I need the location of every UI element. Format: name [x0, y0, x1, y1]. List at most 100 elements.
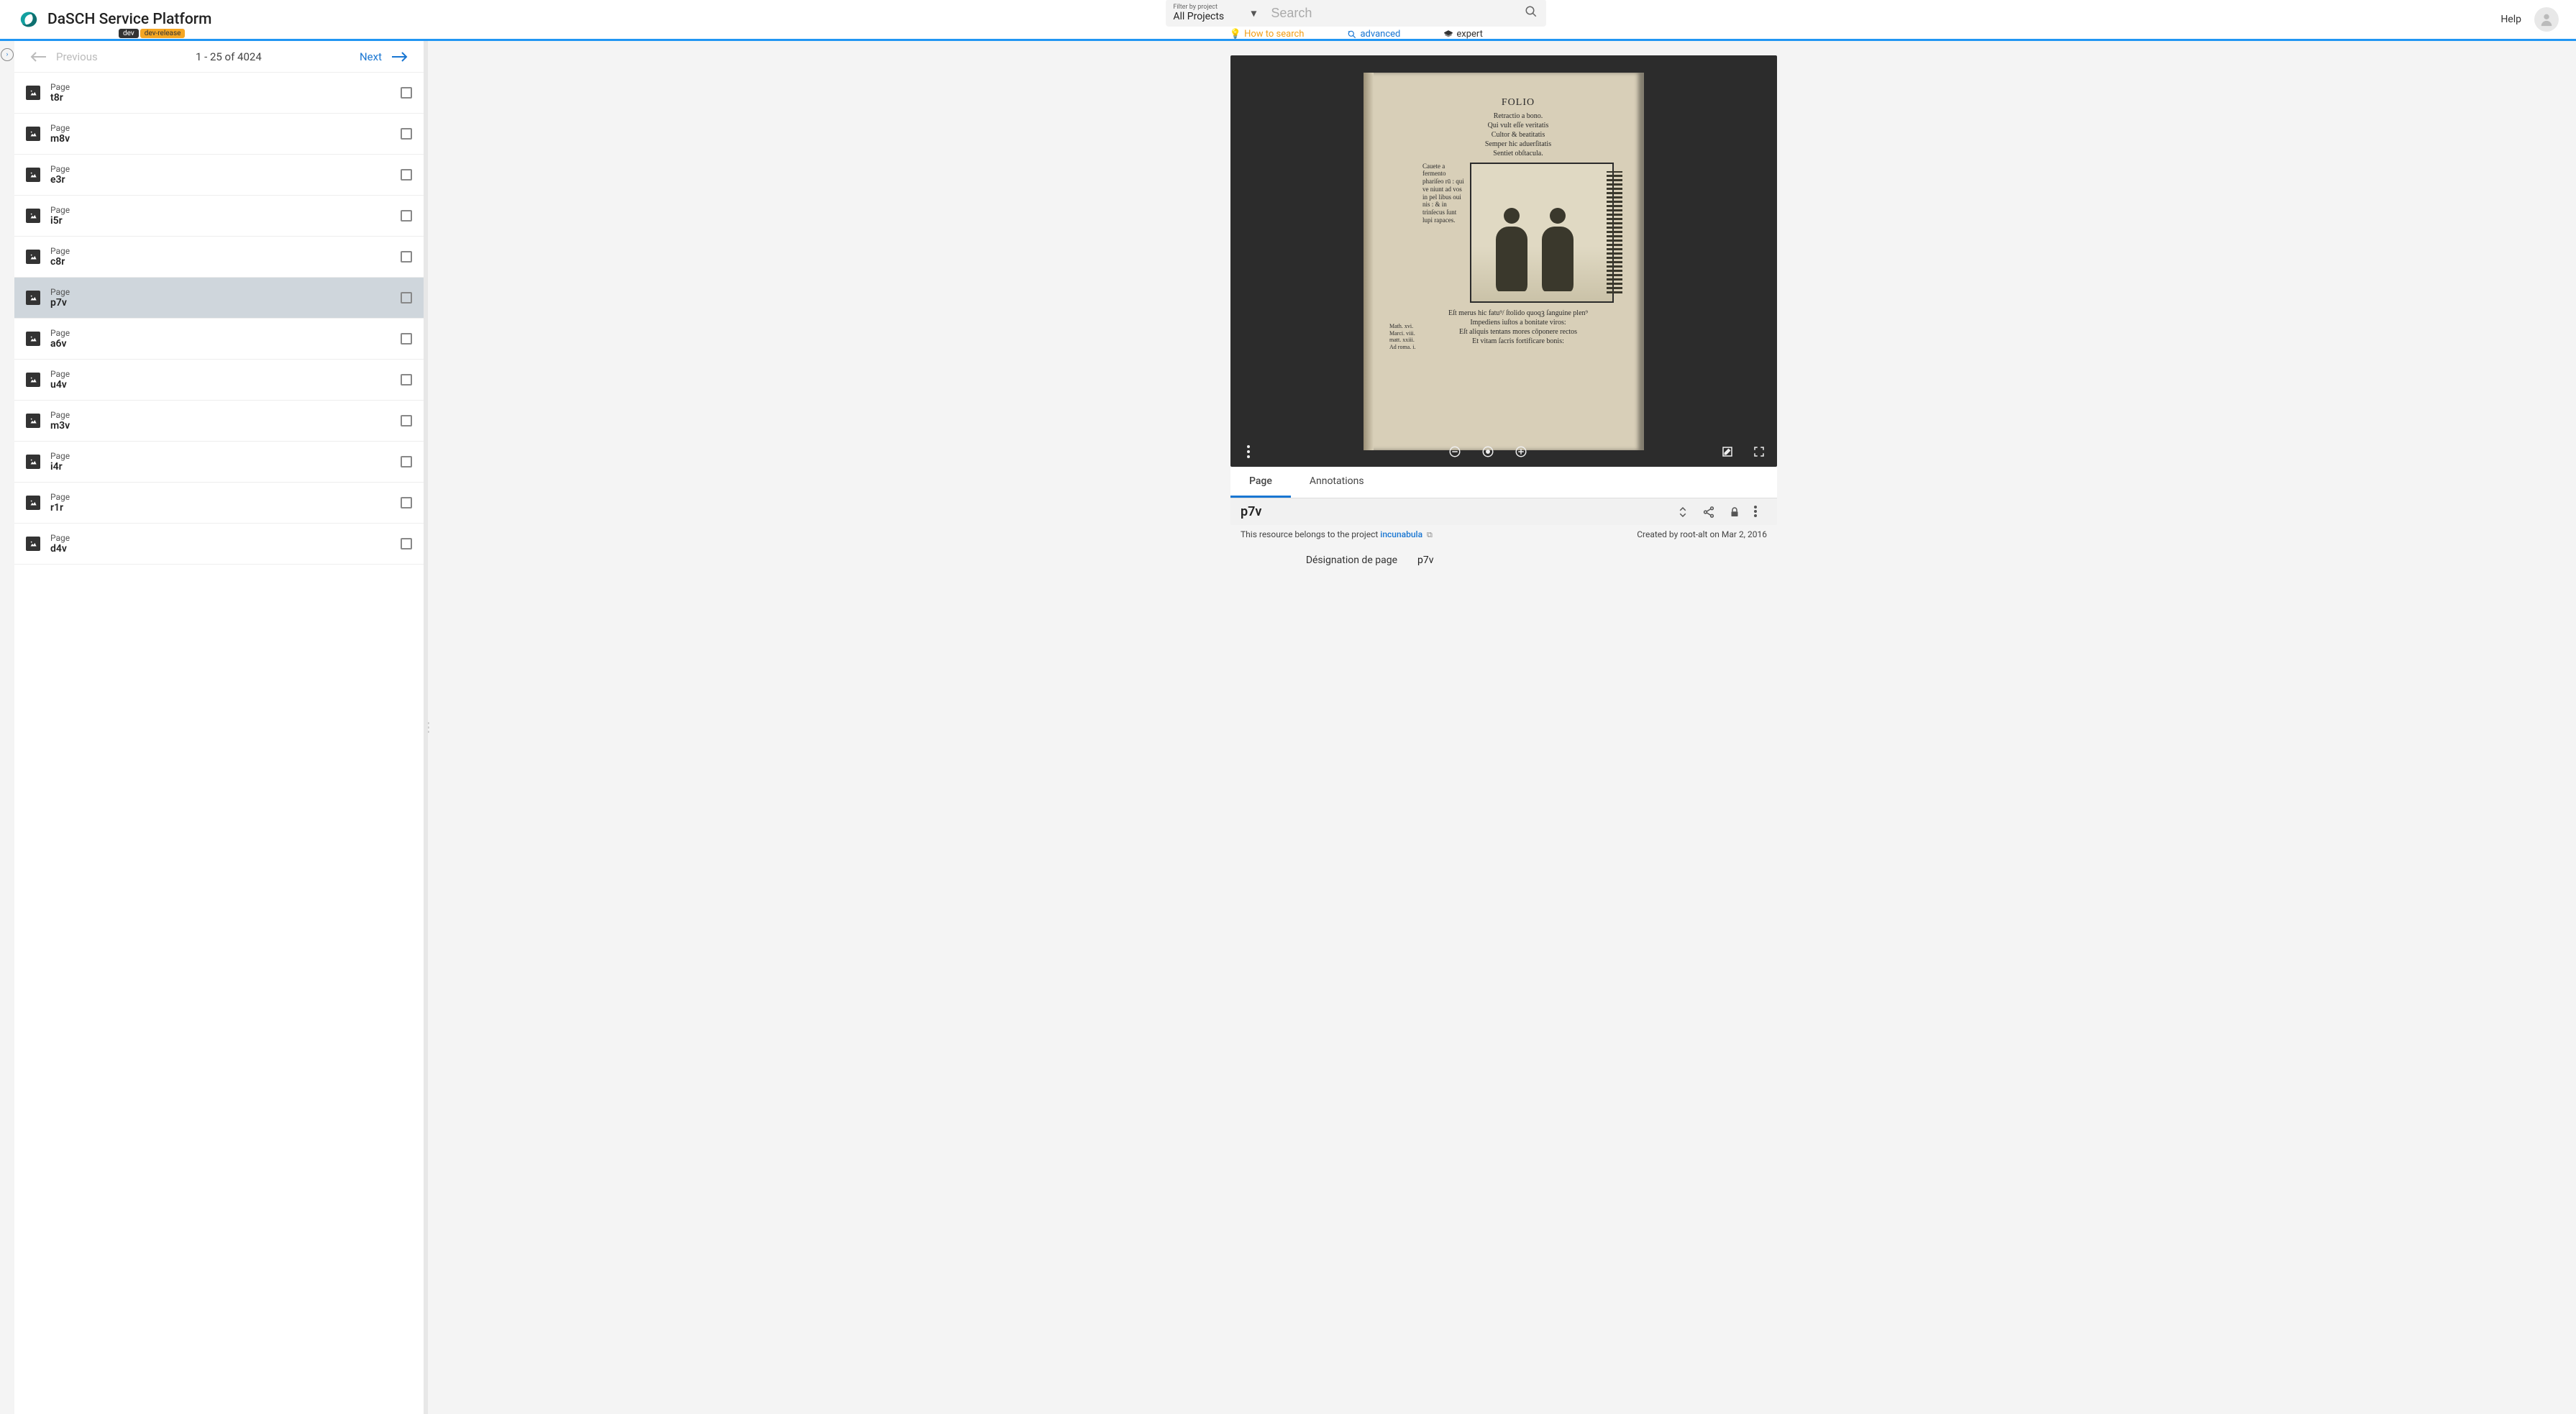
- result-checkbox[interactable]: [401, 128, 412, 140]
- external-link-icon: ⧉: [1427, 530, 1433, 539]
- project-filter-value: All Projects: [1173, 11, 1255, 22]
- project-filter-dropdown[interactable]: Filter by project All Projects ▾: [1166, 0, 1262, 27]
- result-name: c8r: [50, 256, 390, 268]
- zoom-in-button[interactable]: [1513, 444, 1529, 460]
- result-item[interactable]: Pagei4r: [14, 442, 424, 483]
- app-header: DaSCH Service Platform dev dev-release F…: [0, 0, 2576, 41]
- result-type: Page: [50, 164, 390, 174]
- result-name: e3r: [50, 174, 390, 186]
- image-thumb-icon: [26, 373, 40, 387]
- result-item[interactable]: Pagei5r: [14, 196, 424, 237]
- result-type: Page: [50, 328, 390, 338]
- image-viewer[interactable]: FOLIO Retractio a bono. Qui vult eſſe ve…: [1230, 55, 1777, 467]
- search-input[interactable]: [1271, 6, 1525, 21]
- manuscript-page: FOLIO Retractio a bono. Qui vult eſſe ve…: [1364, 73, 1644, 450]
- result-item[interactable]: Pagee3r: [14, 155, 424, 196]
- fullscreen-button[interactable]: [1751, 444, 1767, 460]
- results-panel: Previous 1 - 25 of 4024 Next Paget8rPage…: [14, 41, 424, 1414]
- pager-range: 1 - 25 of 4024: [196, 50, 262, 63]
- arrow-left-icon: [30, 51, 47, 63]
- main-split: › Previous 1 - 25 of 4024 Next Paget8rPa…: [0, 41, 2576, 1414]
- more-vert-icon: [1247, 445, 1250, 458]
- share-icon: [1702, 506, 1715, 519]
- image-thumb-icon: [26, 455, 40, 469]
- brand[interactable]: DaSCH Service Platform: [17, 9, 211, 29]
- expert-search-link[interactable]: expert: [1443, 29, 1483, 40]
- result-checkbox[interactable]: [401, 251, 412, 263]
- result-item[interactable]: Pagec8r: [14, 237, 424, 278]
- user-avatar[interactable]: [2534, 7, 2559, 32]
- result-item[interactable]: Paget8r: [14, 73, 424, 114]
- unfold-icon: [1676, 506, 1689, 519]
- result-item[interactable]: Pagea6v: [14, 319, 424, 360]
- result-checkbox[interactable]: [401, 169, 412, 181]
- viewer-panel: FOLIO Retractio a bono. Qui vult eſſe ve…: [431, 41, 2576, 1414]
- result-checkbox[interactable]: [401, 374, 412, 386]
- result-type: Page: [50, 123, 390, 133]
- result-checkbox[interactable]: [401, 538, 412, 549]
- result-checkbox[interactable]: [401, 456, 412, 467]
- brand-logo-icon: [17, 9, 40, 29]
- result-name: i4r: [50, 461, 390, 473]
- results-pager: Previous 1 - 25 of 4024 Next: [14, 41, 424, 73]
- share-button[interactable]: [1702, 506, 1715, 519]
- result-item[interactable]: Pagep7v: [14, 278, 424, 319]
- brand-title: DaSCH Service Platform: [47, 11, 211, 28]
- result-checkbox[interactable]: [401, 87, 412, 99]
- more-actions-button[interactable]: [1754, 506, 1767, 519]
- image-thumb-icon: [26, 86, 40, 100]
- search-icon[interactable]: [1525, 5, 1538, 21]
- created-by: Created by root-alt on Mar 2, 2016: [1637, 529, 1767, 540]
- advanced-search-link[interactable]: advanced: [1347, 29, 1400, 40]
- expert-icon: [1443, 29, 1453, 40]
- advanced-icon: [1347, 29, 1357, 40]
- sidebar-toggle-col: ›: [0, 41, 14, 1414]
- permissions-button[interactable]: [1728, 506, 1741, 519]
- project-filter-label: Filter by project: [1173, 4, 1255, 11]
- result-checkbox[interactable]: [401, 292, 412, 304]
- result-item[interactable]: Paged4v: [14, 524, 424, 565]
- zoom-reset-button[interactable]: [1480, 444, 1496, 460]
- how-to-search-link[interactable]: 💡 How to search: [1230, 29, 1305, 40]
- draw-icon: [1721, 445, 1734, 458]
- help-link[interactable]: Help: [2500, 14, 2521, 25]
- badge-dev: dev: [119, 29, 139, 38]
- result-checkbox[interactable]: [401, 497, 412, 508]
- sidebar-collapse-button[interactable]: ›: [1, 48, 14, 61]
- zoom-out-button[interactable]: [1447, 444, 1463, 460]
- pager-previous[interactable]: Previous: [30, 50, 98, 63]
- more-vert-icon: [1754, 506, 1767, 517]
- image-thumb-icon: [26, 250, 40, 264]
- search-box: [1262, 0, 1546, 27]
- result-type: Page: [50, 82, 390, 92]
- result-checkbox[interactable]: [401, 210, 412, 222]
- tab-page[interactable]: Page: [1230, 467, 1291, 498]
- tab-annotations[interactable]: Annotations: [1291, 467, 1383, 498]
- pager-next[interactable]: Next: [360, 50, 408, 63]
- detail-tabs: Page Annotations: [1230, 467, 1777, 498]
- viewer-menu-button[interactable]: [1241, 444, 1256, 460]
- result-type: Page: [50, 410, 390, 420]
- result-item[interactable]: Pageu4v: [14, 360, 424, 401]
- search-hints: 💡 How to search advanced expert: [1230, 29, 1483, 40]
- result-item[interactable]: Pagem3v: [14, 401, 424, 442]
- zoom-in-icon: [1515, 445, 1527, 458]
- result-list[interactable]: Paget8rPagem8vPagee3rPagei5rPagec8rPagep…: [14, 73, 424, 1414]
- property-row-designation: Désignation de page p7v: [1230, 547, 1777, 573]
- result-item[interactable]: Pagem8v: [14, 114, 424, 155]
- project-link[interactable]: incunabula: [1380, 529, 1422, 539]
- image-thumb-icon: [26, 332, 40, 346]
- result-type: Page: [50, 246, 390, 256]
- result-checkbox[interactable]: [401, 333, 412, 345]
- lock-icon: [1728, 506, 1741, 519]
- result-name: m3v: [50, 420, 390, 432]
- result-item[interactable]: Pager1r: [14, 483, 424, 524]
- person-icon: [2539, 12, 2554, 27]
- woodcut-illustration: [1470, 163, 1614, 303]
- target-icon: [1481, 445, 1494, 458]
- image-thumb-icon: [26, 537, 40, 551]
- draw-region-button[interactable]: [1719, 444, 1735, 460]
- result-checkbox[interactable]: [401, 415, 412, 427]
- detail-header: p7v: [1230, 498, 1777, 525]
- expand-toggle-button[interactable]: [1676, 506, 1689, 519]
